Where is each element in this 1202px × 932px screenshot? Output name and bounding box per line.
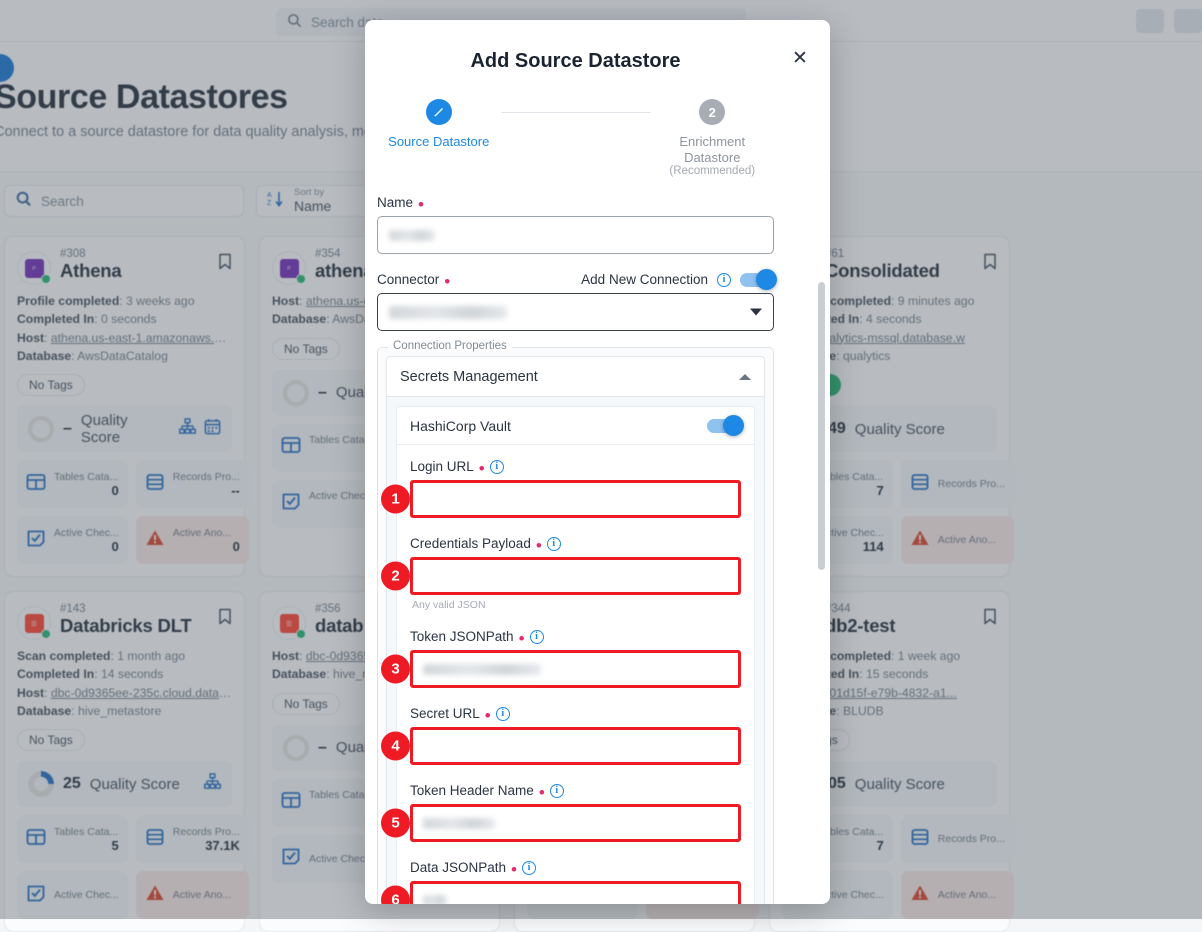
vault-field-input[interactable]: 5 [410,804,741,842]
connector-select[interactable] [377,293,774,331]
add-new-connection-toggle[interactable] [740,273,774,287]
connection-properties-legend: Connection Properties [388,340,512,352]
step-1-label: Source Datastore [388,134,489,150]
modal-title: Add Source Datastore [377,20,774,73]
connector-select-value [389,306,507,319]
hashicorp-vault-title: HashiCorp Vault [410,418,511,434]
vault-field-label: Credentials Payload•i [410,536,741,551]
add-source-datastore-modal: ✕ Add Source Datastore Source Datastore … [365,20,830,904]
vault-field-input[interactable]: 1 [410,480,741,518]
close-icon[interactable]: ✕ [790,48,810,68]
hashicorp-vault-toggle[interactable] [707,419,741,433]
wizard-stepper: Source Datastore 2 Enrichment Datastore … [377,73,774,177]
field-value [423,664,541,675]
vault-field-label: Secret URL•i [410,706,741,721]
vault-field-label: Token JSONPath•i [410,629,741,644]
vault-field-label: Login URL•i [410,459,741,474]
vault-field-label: Data JSONPath•i [410,860,741,875]
info-icon[interactable]: i [550,784,564,798]
info-icon[interactable]: i [490,460,504,474]
step-source-datastore[interactable]: Source Datastore [377,99,501,150]
step-2-sublabel: (Recommended) [669,165,755,177]
add-new-connection-control[interactable]: Add New Connection i [581,272,774,287]
vault-field-input[interactable]: 3 [410,650,741,688]
toggle-knob [756,269,777,290]
secrets-management-header[interactable]: Secrets Management [387,357,764,397]
secrets-management-accordion: Secrets Management HashiCorp Vault Login… [386,356,765,904]
stepper-connector-line [501,112,651,113]
chevron-down-icon [750,309,762,316]
modal-scroll-area: ✕ Add Source Datastore Source Datastore … [365,20,830,904]
name-input[interactable] [377,216,774,254]
annotation-badge: 3 [381,655,410,684]
annotation-badge: 6 [381,886,410,904]
connector-field-label: Connector • [377,272,450,287]
hashicorp-vault-header: HashiCorp Vault [397,407,754,445]
step-1-circle [426,99,452,125]
step-enrichment-datastore[interactable]: 2 Enrichment Datastore (Recommended) [651,99,775,177]
name-input-value [389,230,435,241]
info-icon[interactable]: i [547,537,561,551]
hashicorp-vault-fields: Login URL•i 1 Credentials Payload•i 2 Any va… [397,445,754,904]
vault-field-input[interactable]: 2 [410,557,741,595]
annotation-badge: 1 [381,485,410,514]
secrets-management-title: Secrets Management [400,369,538,385]
info-icon[interactable]: i [522,861,536,875]
step-2-circle: 2 [699,99,725,125]
modal-scrollbar-thumb[interactable] [818,282,825,570]
connector-row: Connector • Add New Connection i [377,272,774,287]
field-value [423,818,495,829]
chevron-up-icon [739,374,751,380]
annotation-badge: 4 [381,732,410,761]
toggle-knob [723,415,744,436]
vault-field-label: Token Header Name•i [410,783,741,798]
secrets-management-body: HashiCorp Vault Login URL•i 1 Credentials … [387,397,764,904]
info-icon[interactable]: i [496,707,510,721]
step-2-label: Enrichment Datastore [651,134,775,165]
field-value [423,895,447,904]
info-icon[interactable]: i [717,273,731,287]
vault-field-input[interactable]: 6 [410,881,741,904]
annotation-badge: 5 [381,809,410,838]
vault-field-input[interactable]: 4 [410,727,741,765]
info-icon[interactable]: i [530,630,544,644]
name-field-label: Name • [377,195,774,210]
add-new-connection-label: Add New Connection [581,272,708,287]
field-helper-text: Any valid JSON [410,599,741,611]
hashicorp-vault-card: HashiCorp Vault Login URL•i 1 Credentials … [396,406,755,904]
annotation-badge: 2 [381,562,410,591]
connection-properties-fieldset: Connection Properties Secrets Management… [377,347,774,904]
